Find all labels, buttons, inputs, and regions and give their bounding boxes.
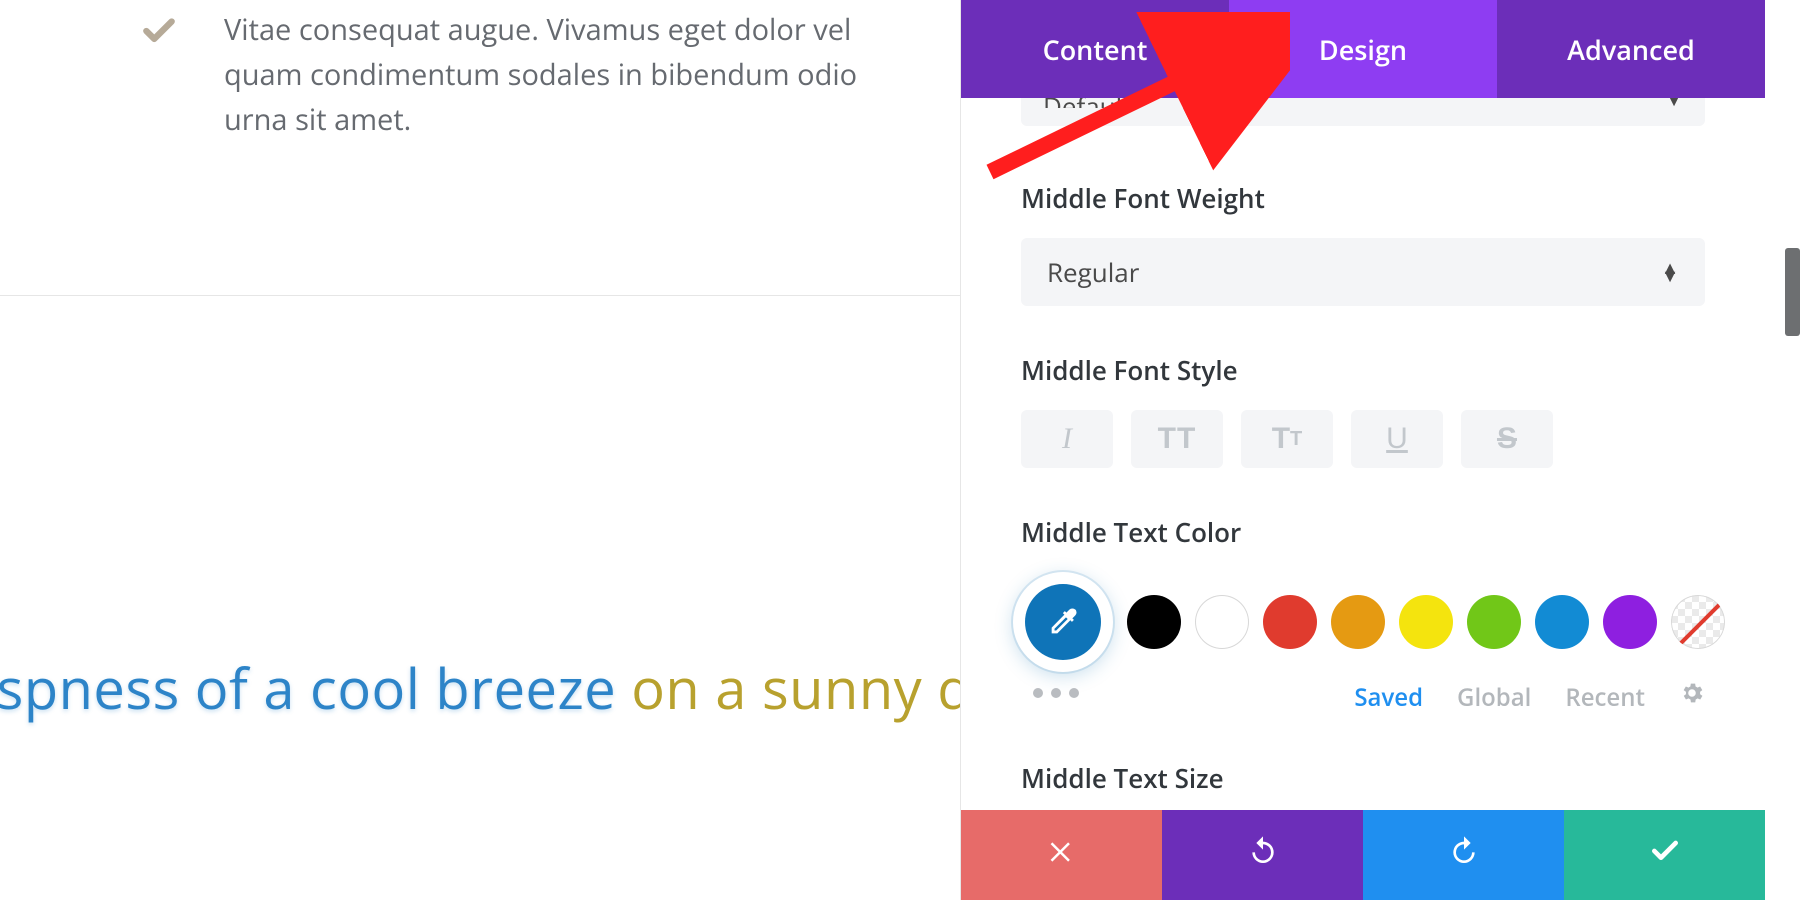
label-text-color: Middle Text Color	[1021, 514, 1765, 550]
redo-button[interactable]	[1363, 810, 1564, 900]
color-picker-button[interactable]	[1013, 572, 1113, 672]
swatch-purple[interactable]	[1603, 595, 1657, 649]
sort-icon: ▲▼	[1661, 264, 1679, 280]
underline-button[interactable]: U	[1351, 410, 1443, 468]
save-button[interactable]	[1564, 810, 1765, 900]
tab-design[interactable]: Design	[1229, 0, 1497, 98]
module-settings-panel: Content Design Advanced Default ▲▼ Middl…	[960, 0, 1765, 900]
settings-scroll-area[interactable]: Default ▲▼ Middle Font Weight Regular ▲▼…	[961, 98, 1765, 810]
page-scrollbar-thumb[interactable]	[1785, 248, 1800, 336]
swatch-green[interactable]	[1467, 595, 1521, 649]
undo-button[interactable]	[1162, 810, 1363, 900]
swatch-tab-global[interactable]: Global	[1457, 681, 1531, 714]
tab-content[interactable]: Content	[961, 0, 1229, 98]
swatch-yellow[interactable]	[1399, 595, 1453, 649]
swatch-orange[interactable]	[1331, 595, 1385, 649]
check-icon	[140, 12, 178, 143]
swatch-white[interactable]	[1195, 595, 1249, 649]
sort-icon: ▲▼	[1665, 98, 1683, 104]
font-style-buttons: I TT TT U S	[1021, 410, 1765, 468]
swatch-tab-recent[interactable]: Recent	[1565, 681, 1645, 714]
panel-footer	[961, 810, 1765, 900]
swatch-red[interactable]	[1263, 595, 1317, 649]
smallcaps-button[interactable]: TT	[1241, 410, 1333, 468]
swatch-tab-saved[interactable]: Saved	[1354, 681, 1423, 714]
label-font-weight: Middle Font Weight	[1021, 180, 1765, 216]
uppercase-button[interactable]: TT	[1131, 410, 1223, 468]
redo-icon	[1448, 835, 1480, 876]
color-swatches	[1013, 572, 1765, 672]
font-weight-select[interactable]: Regular ▲▼	[1021, 238, 1705, 306]
tab-advanced[interactable]: Advanced	[1497, 0, 1765, 98]
middle-font-select[interactable]: Default ▲▼	[1021, 98, 1705, 126]
middle-font-value: Default	[1043, 98, 1131, 108]
strikethrough-button[interactable]: S	[1461, 410, 1553, 468]
section-divider	[0, 295, 960, 296]
settings-tabs: Content Design Advanced	[961, 0, 1765, 98]
close-icon	[1047, 835, 1077, 876]
swatch-black[interactable]	[1127, 595, 1181, 649]
check-icon	[1649, 835, 1681, 876]
bullet-text: Vitae consequat augue. Vivamus eget dolo…	[224, 8, 884, 143]
headline-middle-text: ispness of a cool breeze	[0, 650, 631, 726]
font-weight-value: Regular	[1047, 254, 1139, 290]
typing-headline: ispness of a cool breeze on a sunny day	[0, 650, 1032, 726]
bullet-item: Vitae consequat augue. Vivamus eget dolo…	[0, 8, 960, 143]
swatch-blue[interactable]	[1535, 595, 1589, 649]
eyedropper-icon	[1025, 584, 1101, 660]
undo-icon	[1247, 835, 1279, 876]
gear-icon[interactable]	[1679, 680, 1705, 714]
label-font-style: Middle Font Style	[1021, 352, 1765, 388]
swatch-transparent[interactable]	[1671, 595, 1725, 649]
cancel-button[interactable]	[961, 810, 1162, 900]
italic-button[interactable]: I	[1021, 410, 1113, 468]
page-preview: Vitae consequat augue. Vivamus eget dolo…	[0, 0, 960, 900]
label-text-size: Middle Text Size	[1021, 760, 1765, 796]
